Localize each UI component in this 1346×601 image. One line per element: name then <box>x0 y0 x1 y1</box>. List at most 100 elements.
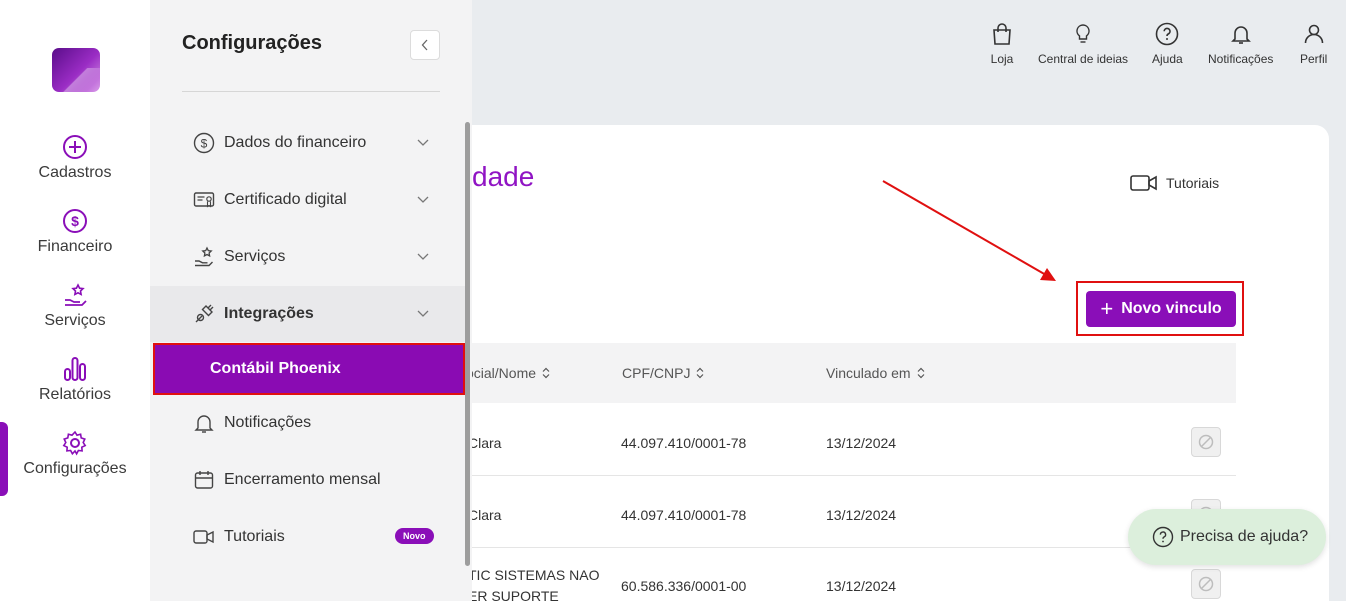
chevron-down-icon <box>417 253 429 260</box>
topbar-label: Notificações <box>1208 52 1274 66</box>
topbar-ajuda[interactable]: Ajuda <box>1152 22 1183 66</box>
rail-label: Cadastros <box>38 164 112 181</box>
novo-vinculo-button[interactable]: + Novo vinculo <box>1086 291 1236 327</box>
plug-icon <box>192 302 216 326</box>
topbar-perfil[interactable]: Perfil <box>1300 22 1327 66</box>
plus-icon: + <box>1100 296 1114 321</box>
unlink-button[interactable] <box>1191 427 1221 457</box>
table-row: Clara 44.097.410/0001-78 13/12/2024 <box>468 477 1236 548</box>
page-title: dade <box>472 161 535 192</box>
submenu-item-label: Contábil Phoenix <box>210 360 341 377</box>
rail-item-financeiro[interactable]: $ Financeiro <box>0 208 150 270</box>
menu-item-dados-do-financeiro[interactable]: $ Dados do financeiro <box>150 115 466 171</box>
help-chat-button[interactable]: Precisa de ajuda? <box>1128 509 1326 565</box>
topbar-label: Central de ideias <box>1038 52 1129 66</box>
topbar-loja[interactable]: Loja <box>990 22 1014 66</box>
menu-item-label: Dados do financeiro <box>224 134 367 151</box>
calendar-icon <box>192 468 216 492</box>
cell-date: 13/12/2024 <box>826 507 897 523</box>
table-row: Clara 44.097.410/0001-78 13/12/2024 <box>468 405 1236 476</box>
panel-scrollbar[interactable] <box>465 122 470 566</box>
topbar-central-de-ideias[interactable]: Central de ideias <box>1038 22 1128 66</box>
menu-item-label: Tutoriais <box>224 528 285 545</box>
plus-circle-icon <box>62 134 88 160</box>
sort-icon <box>542 367 550 379</box>
column-header-cpf-cnpj[interactable]: CPF/CNPJ <box>622 365 704 381</box>
cell-cnpj: 60.586.336/0001-00 <box>621 578 747 594</box>
table-header: ocial/Nome CPF/CNPJ Vinculado em <box>466 343 1236 403</box>
menu-item-encerramento-mensal[interactable]: Encerramento mensal <box>150 452 466 508</box>
menu-item-label: Integrações <box>224 305 314 322</box>
sort-icon <box>917 367 925 379</box>
cell-nome-line1: TIC SISTEMAS NAO <box>468 567 600 583</box>
settings-panel: Configurações $ Dados do financeiro Cert… <box>150 0 472 601</box>
gear-icon <box>62 430 88 456</box>
certificate-icon <box>192 188 216 212</box>
rail-label: Relatórios <box>38 386 112 403</box>
topbar-label: Perfil <box>1300 52 1328 66</box>
menu-item-label: Encerramento mensal <box>224 471 381 488</box>
menu-item-integracoes[interactable]: Integrações <box>150 286 466 342</box>
hand-star-icon <box>192 245 216 269</box>
menu-item-label: Serviços <box>224 248 286 265</box>
rail-item-relatorios[interactable]: Relatórios <box>0 356 150 418</box>
rail-label: Configurações <box>23 460 127 477</box>
topbar-notificacoes[interactable]: Notificações <box>1208 22 1273 66</box>
rail-item-servicos[interactable]: Serviços <box>0 282 150 344</box>
menu-item-label: Notificações <box>224 414 312 431</box>
cell-date: 13/12/2024 <box>826 435 897 451</box>
cell-nome-line2: ER SUPORTE <box>468 588 559 601</box>
rail-label: Serviços <box>44 312 106 329</box>
collapse-panel-button[interactable] <box>410 30 440 60</box>
bell-icon <box>1230 26 1251 44</box>
menu-item-certificado-digital[interactable]: Certificado digital <box>150 172 466 228</box>
svg-text:$: $ <box>71 213 79 229</box>
submenu-item-contabil-phoenix[interactable]: Contábil Phoenix <box>153 343 465 395</box>
help-circle-icon <box>1156 22 1179 46</box>
chevron-left-icon <box>421 39 428 51</box>
app-logo[interactable] <box>52 48 100 92</box>
column-header-vinculado-em[interactable]: Vinculado em <box>826 365 925 381</box>
cell-cnpj: 44.097.410/0001-78 <box>621 435 747 451</box>
bar-chart-icon <box>62 356 88 382</box>
topbar-label: Loja <box>990 52 1014 66</box>
new-badge: Novo <box>395 528 434 544</box>
lightbulb-icon <box>1076 24 1090 43</box>
block-icon <box>1198 434 1214 450</box>
sort-icon <box>697 367 704 379</box>
unlink-button[interactable] <box>1191 569 1221 599</box>
rail-item-configuracoes[interactable]: Configurações <box>0 430 150 492</box>
rail-item-cadastros[interactable]: Cadastros <box>0 134 150 196</box>
cell-cnpj: 44.097.410/0001-78 <box>621 507 747 523</box>
video-icon <box>192 525 216 549</box>
divider <box>182 91 440 92</box>
bell-icon <box>192 411 216 435</box>
settings-title: Configurações <box>182 32 323 54</box>
rail-label: Financeiro <box>37 238 113 255</box>
column-header-nome[interactable]: ocial/Nome <box>466 365 550 381</box>
chevron-down-icon <box>417 196 429 203</box>
svg-text:$: $ <box>201 137 208 151</box>
cell-nome: Clara <box>468 507 502 523</box>
dollar-circle-icon: $ <box>192 131 216 155</box>
hand-star-icon <box>62 282 88 308</box>
dollar-circle-icon: $ <box>62 208 88 234</box>
novo-vinculo-label: Novo vinculo <box>1121 300 1222 317</box>
tutoriais-link[interactable]: Tutoriais <box>1130 174 1219 192</box>
chevron-down-icon <box>417 310 429 317</box>
shopping-bag-icon <box>993 23 1011 45</box>
block-icon <box>1198 576 1214 592</box>
cell-nome: Clara <box>468 435 502 451</box>
menu-item-label: Certificado digital <box>224 191 347 208</box>
menu-item-notificacoes[interactable]: Notificações <box>150 395 466 451</box>
menu-item-servicos[interactable]: Serviços <box>150 229 466 285</box>
topbar-label: Ajuda <box>1152 52 1183 66</box>
chevron-down-icon <box>417 139 429 146</box>
table-row: TIC SISTEMAS NAO ER SUPORTE 60.586.336/0… <box>468 549 1236 601</box>
video-icon <box>1130 175 1157 191</box>
help-circle-icon <box>1152 526 1174 548</box>
help-chat-label: Precisa de ajuda? <box>1180 528 1309 545</box>
menu-item-tutoriais[interactable]: Tutoriais Novo <box>150 509 466 565</box>
user-icon <box>1304 24 1323 44</box>
main-rail: Cadastros $ Financeiro Serviços Relatóri… <box>0 0 150 601</box>
